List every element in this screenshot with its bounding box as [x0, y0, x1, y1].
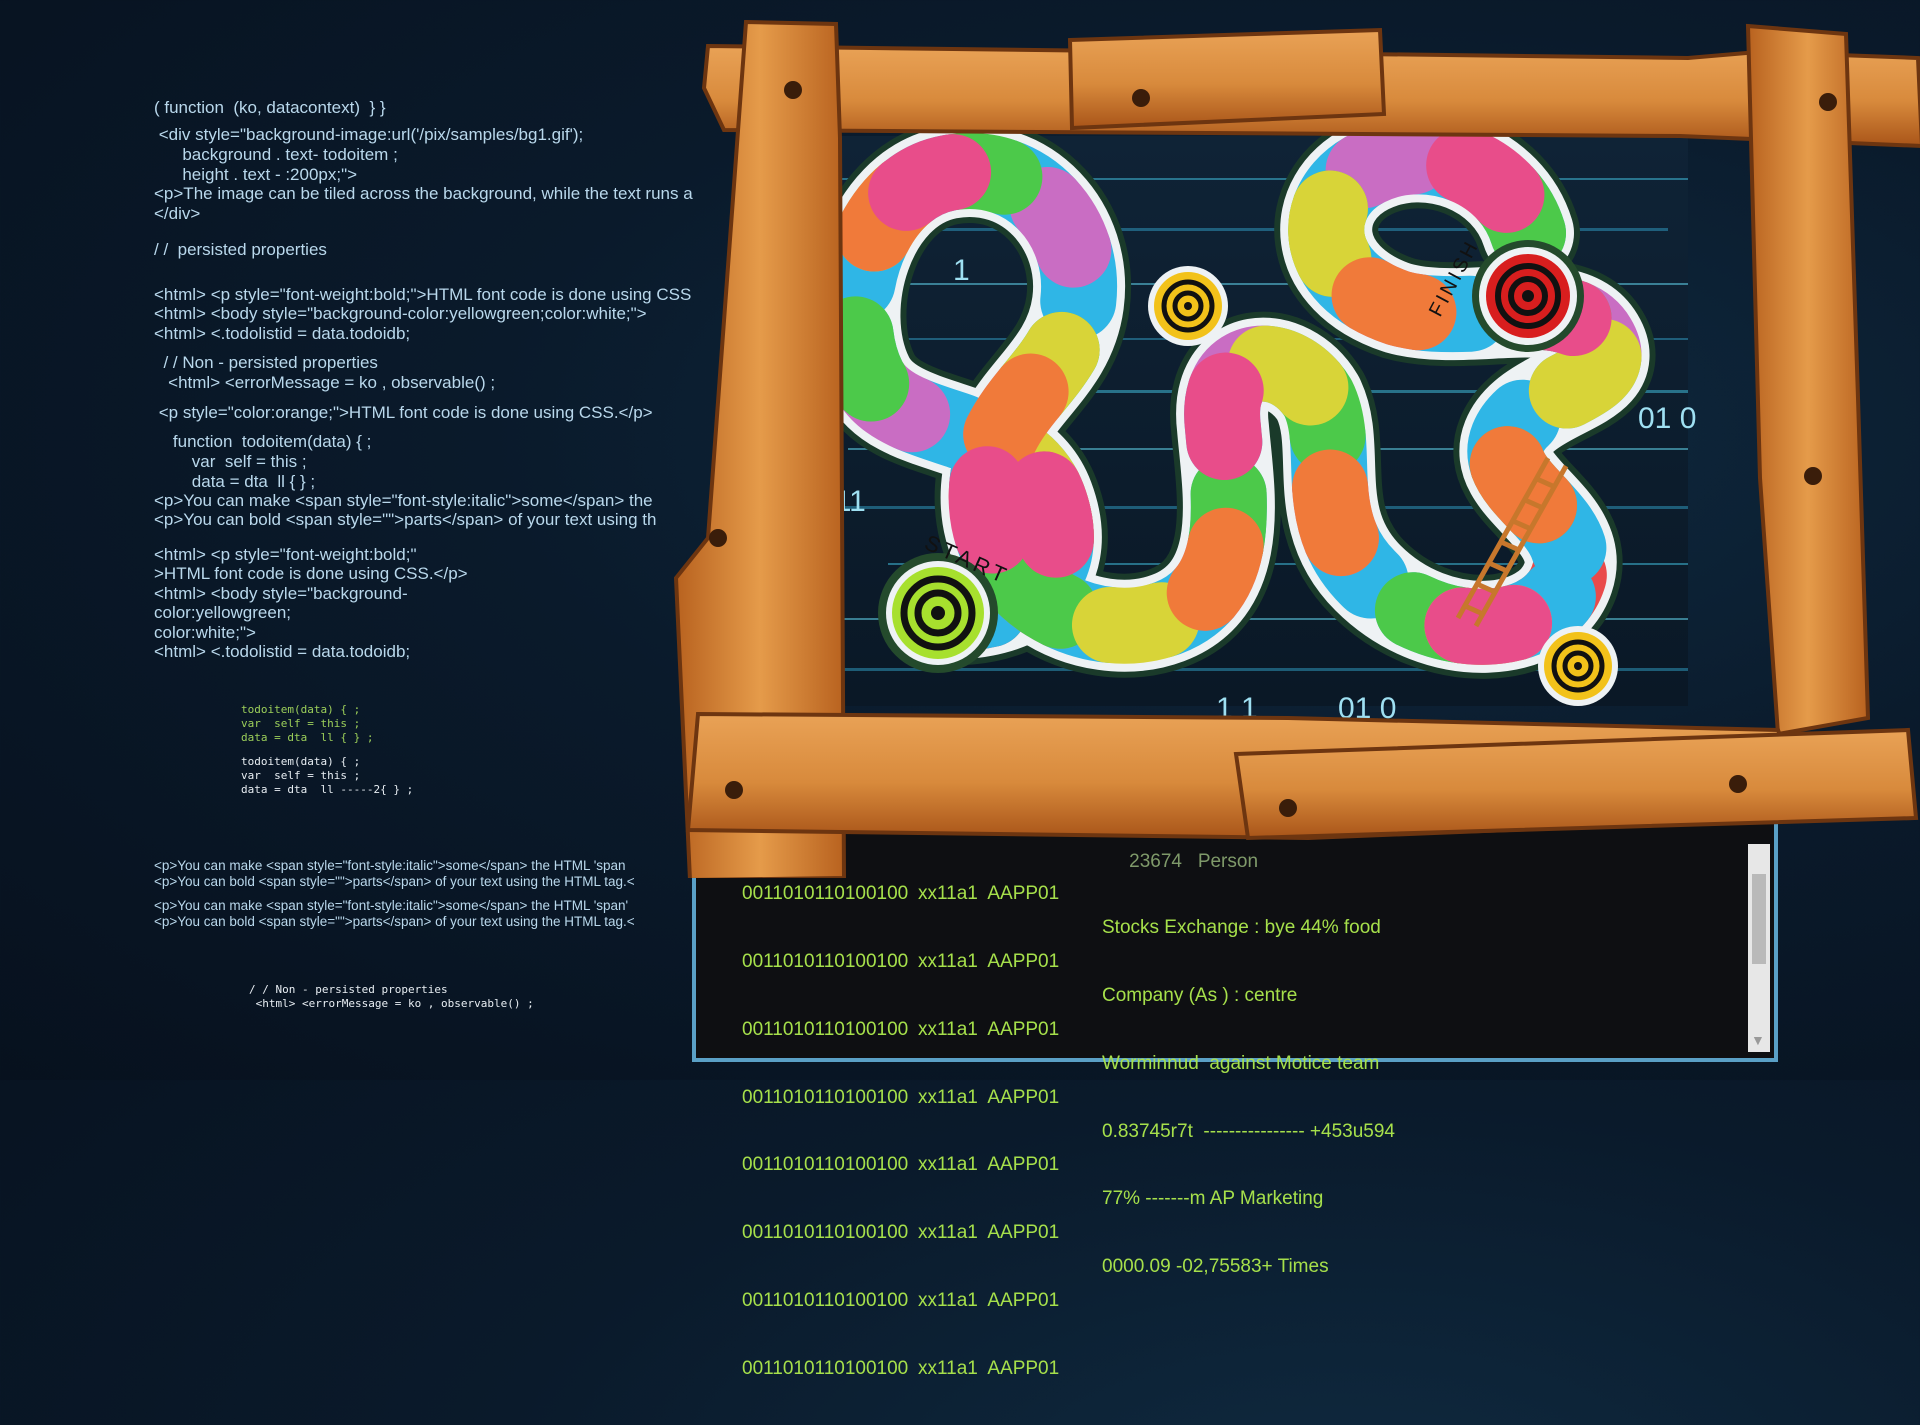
code-row: xx11a1 AAPP01 — [918, 1222, 1060, 1244]
info-row: Stocks Exchange : bye 44% food — [1102, 917, 1381, 939]
code-line: var self = this ; — [241, 769, 361, 782]
code-line: >HTML font code is done using CSS.</p> — [154, 564, 468, 583]
code-line: <html> <body style="background- — [154, 584, 408, 603]
code-row: xx11a1 AAPP01 — [918, 1289, 1060, 1311]
code-line: function todoitem(data) { ; — [154, 432, 372, 451]
binary-row: 0011010110100100 — [742, 1357, 909, 1379]
code-line: todoitem(data) { ; — [241, 755, 361, 768]
code-line: <html> <p style="font-weight:bold;" — [154, 545, 417, 564]
info-row: Worminnud against Motice team — [1102, 1052, 1380, 1074]
binary-label: 01 0 — [1638, 402, 1696, 435]
code-line: <p>You can make <span style="font-style:… — [154, 858, 626, 873]
info-row: Company (As ) : centre — [1102, 984, 1298, 1006]
code-line: data = dta ll { } ; — [154, 472, 316, 491]
code-row: xx11a1 AAPP01 — [918, 883, 1060, 905]
scroll-down-icon[interactable]: ▼ — [1751, 1032, 1765, 1048]
nail-icon — [709, 529, 727, 547]
code-line: <html> <.todolistid = data.todoidb; — [154, 324, 411, 343]
nail-icon — [1729, 775, 1747, 793]
code-line: var self = this ; — [241, 717, 361, 730]
nail-icon — [1819, 93, 1837, 111]
code-line: <p style="color:orange;">HTML font code … — [154, 403, 653, 422]
code-line: ( function (ko, datacontext) } } — [154, 98, 386, 117]
board-game-illustration: 011 1 01 0 0 011 10 00 1 1 01 0 0 0 — [668, 18, 1920, 883]
code-line: <p>You can bold <span style="">parts</sp… — [154, 874, 635, 889]
board-svg: 011 1 01 0 0 011 10 00 1 1 01 0 0 0 — [673, 19, 1920, 883]
code-line: / / Non - persisted properties — [154, 353, 378, 372]
binary-column: 0011010110100100 0011010110100100 001101… — [742, 838, 908, 1425]
frame-plank-top-overlay — [1067, 27, 1387, 131]
code-column: xx11a1 AAPP01 xx11a1 AAPP01 xx11a1 AAPP0… — [918, 838, 1059, 1425]
info-row: 77% -------m AP Marketing — [1102, 1188, 1324, 1210]
binary-row: 0011010110100100 — [742, 1086, 909, 1108]
code-line: <p>You can make <span style="font-style:… — [154, 491, 653, 510]
binary-row: 0011010110100100 — [742, 950, 909, 972]
code-row: xx11a1 AAPP01 — [918, 1086, 1060, 1108]
code-line: <p>You can bold <span style="">parts</sp… — [154, 914, 635, 929]
code-line: color:white;"> — [154, 623, 256, 642]
code-line: <div style="background-image:url('/pix/s… — [154, 125, 584, 144]
code-line: height . text - :200px;"> — [154, 165, 358, 184]
binary-row: 0011010110100100 — [742, 1018, 909, 1040]
nail-icon — [1804, 467, 1822, 485]
nail-icon — [1279, 799, 1297, 817]
code-line: var self = this ; — [154, 452, 307, 471]
code-line: todoitem(data) { ; — [241, 703, 361, 716]
nail-icon — [1132, 89, 1150, 107]
code-line: background . text- todoitem ; — [154, 145, 398, 164]
yellow-target-icon — [1148, 266, 1228, 346]
code-line: </div> — [154, 204, 201, 223]
code-line: data = dta ll -----2{ } ; — [241, 783, 414, 796]
code-background: ( function (ko, datacontext) } } <div st… — [0, 0, 760, 1080]
yellow-target-icon — [1538, 626, 1618, 706]
code-row: xx11a1 AAPP01 — [918, 1018, 1060, 1040]
code-line: <html> <.todolistid = data.todoidb; — [154, 642, 411, 661]
code-line: <html> <errorMessage = ko , observable()… — [249, 997, 534, 1010]
code-line: <p>The image can be tiled across the bac… — [154, 184, 693, 203]
nail-icon — [784, 81, 802, 99]
code-row: xx11a1 AAPP01 — [918, 950, 1060, 972]
info-column: Stocks Exchange : bye 44% food Company (… — [1102, 872, 1395, 1324]
code-row: xx11a1 AAPP01 — [918, 1357, 1060, 1379]
code-line: <html> <body style="background-color:yel… — [154, 304, 647, 323]
code-line: data = dta ll { } ; — [241, 731, 374, 744]
code-line: color:yellowgreen; — [154, 603, 292, 622]
code-line: / / Non - persisted properties — [249, 983, 448, 996]
binary-row: 0011010110100100 — [742, 1222, 909, 1244]
code-line: <html> <p style="font-weight:bold;">HTML… — [154, 285, 692, 304]
scrollbar-thumb[interactable] — [1752, 874, 1766, 964]
frame-plank-right — [1745, 23, 1871, 737]
binary-label: 1 — [953, 254, 970, 287]
code-line: <p>You can make <span style="font-style:… — [154, 898, 629, 913]
code-line: <p>You can bold <span style="">parts</sp… — [154, 510, 657, 529]
finish-target-icon — [1472, 240, 1584, 352]
info-row: 0000.09 -02,75583+ Times — [1102, 1256, 1329, 1278]
info-row: 0.83745r7t ---------------- +453u594 — [1102, 1120, 1395, 1142]
code-row: xx11a1 AAPP01 — [918, 1154, 1060, 1176]
binary-row: 0011010110100100 — [742, 1154, 909, 1176]
nail-icon — [725, 781, 743, 799]
binary-row: 0011010110100100 — [742, 1289, 909, 1311]
binary-row: 0011010110100100 — [742, 883, 909, 905]
code-line: <html> <errorMessage = ko , observable()… — [154, 373, 496, 392]
code-line: / / persisted properties — [154, 240, 327, 259]
